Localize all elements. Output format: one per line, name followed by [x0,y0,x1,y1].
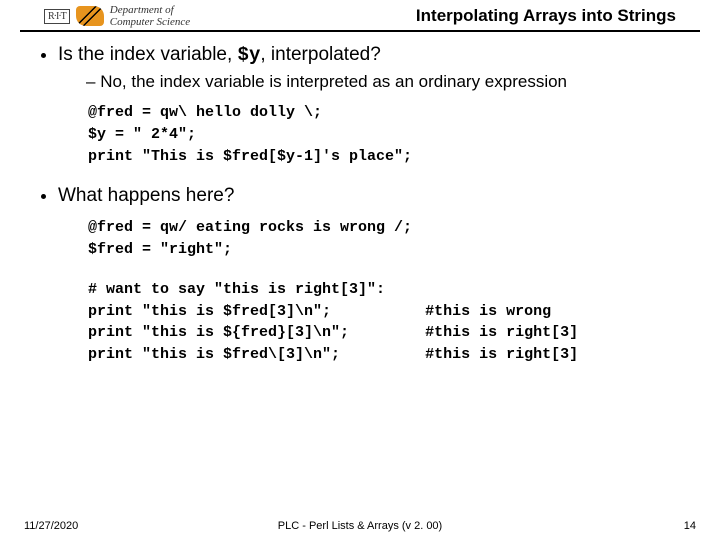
code-block-3-right: #this is wrong #this is right[3] #this i… [425,279,578,366]
code-block-3-columns: # want to say "this is right[3]": print … [88,279,690,366]
tiger-icon [76,6,104,26]
slide-title: Interpolating Arrays into Strings [416,6,676,26]
code-block-3-left: # want to say "this is right[3]": print … [88,279,385,366]
bullet-q1-sub: No, the index variable is interpreted as… [86,72,690,92]
logo-dept-line: Department of Computer Science [110,4,190,28]
bullet-q1: Is the index variable, $y, interpolated?… [58,44,690,167]
bullet-list: Is the index variable, $y, interpolated?… [44,44,690,366]
logo-block: R·I·T Department of Computer Science [44,4,190,28]
footer-center: PLC - Perl Lists & Arrays (v 2. 00) [0,520,720,532]
code-block-2: @fred = qw/ eating rocks is wrong /; $fr… [88,217,690,261]
code-block-1: @fred = qw\ hello dolly \; $y = " 2*4"; … [88,102,690,167]
slide-header: R·I·T Department of Computer Science Int… [20,0,700,32]
bullet-q2: What happens here? @fred = qw/ eating ro… [58,185,690,366]
slide-content: Is the index variable, $y, interpolated?… [0,32,720,366]
slide-footer: 11/27/2020 PLC - Perl Lists & Arrays (v … [0,520,720,532]
rit-logo-text: R·I·T [44,9,70,24]
bullet-q1-sub-list: No, the index variable is interpreted as… [58,72,690,92]
